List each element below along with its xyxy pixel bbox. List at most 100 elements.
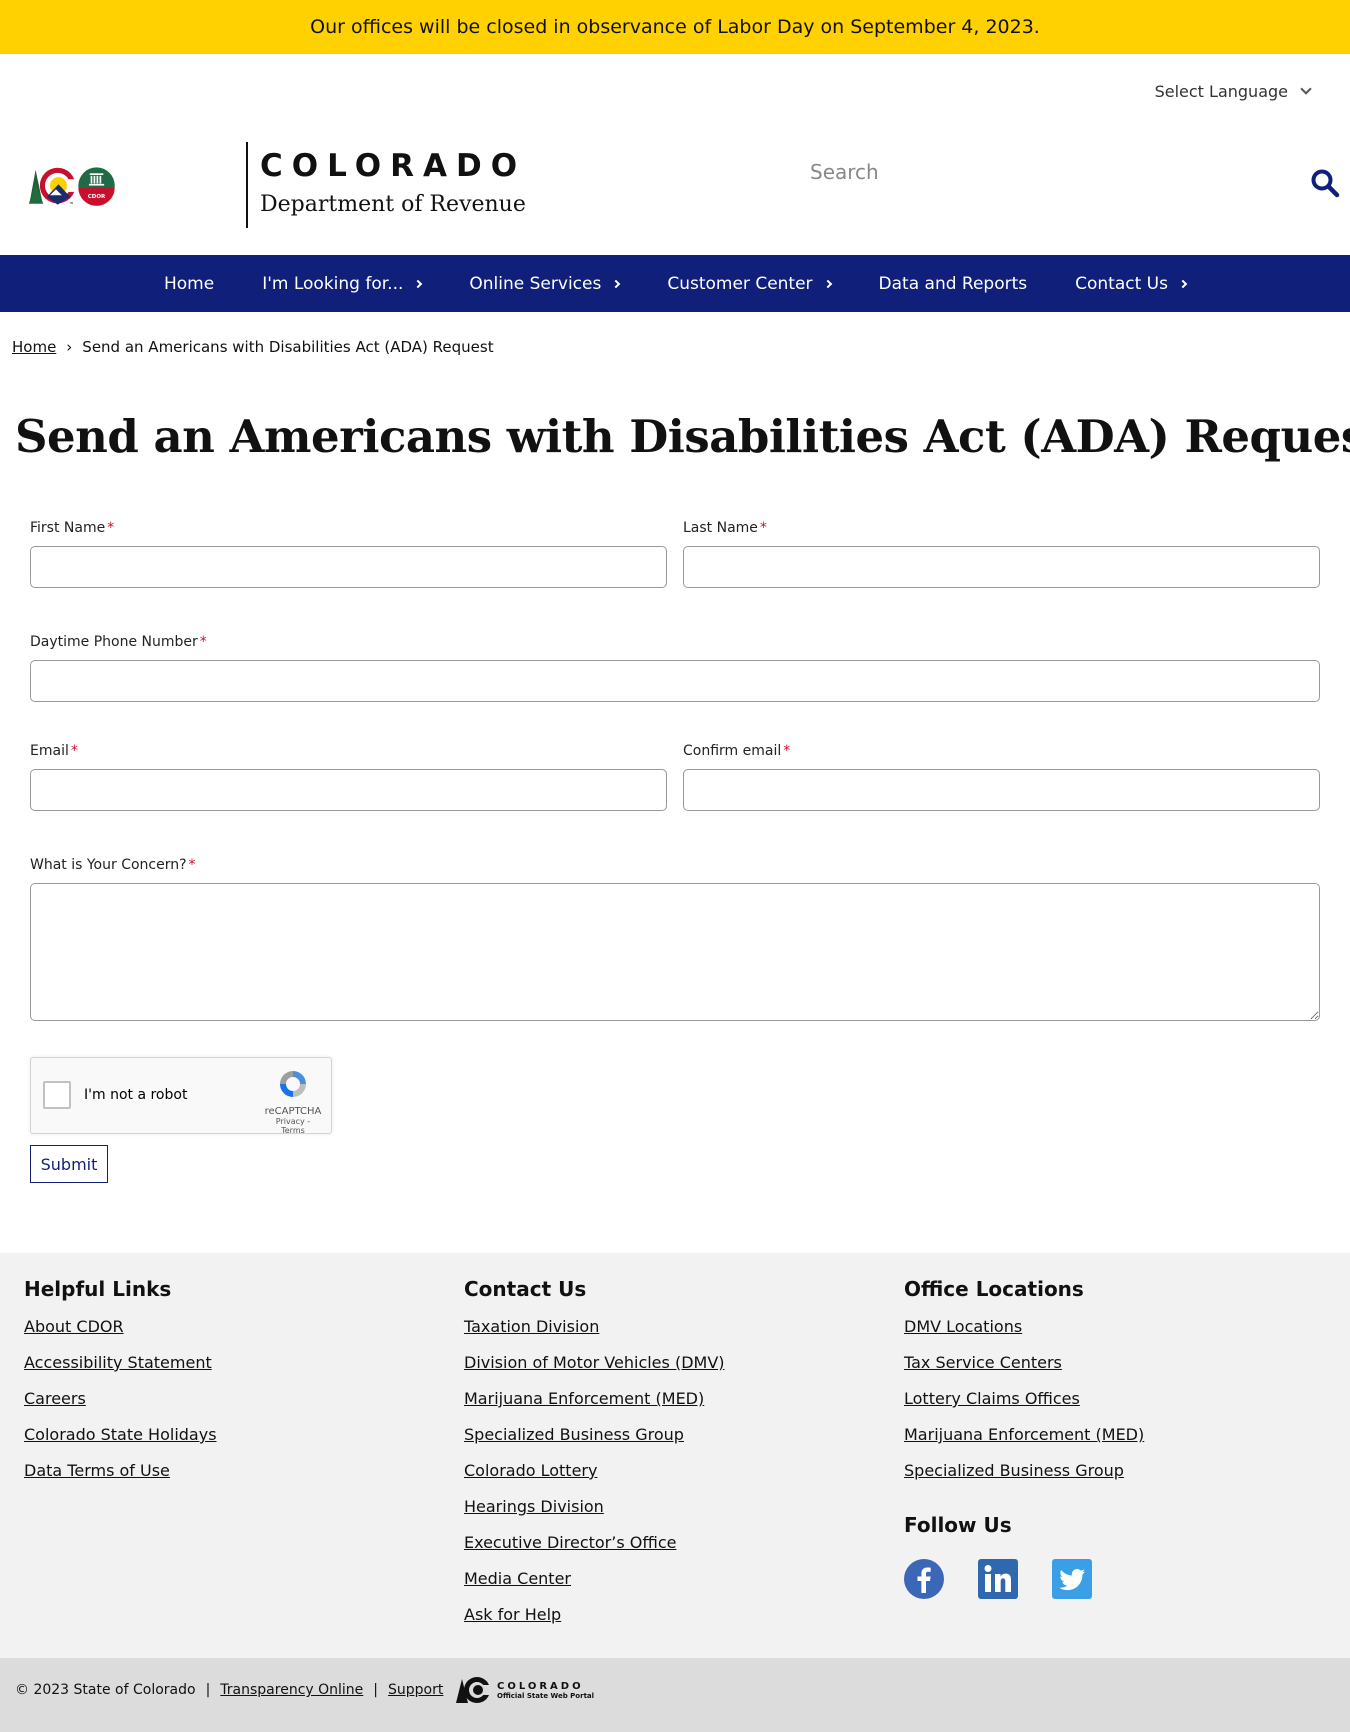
footer-link-lottery[interactable]: Colorado Lottery xyxy=(464,1461,725,1497)
footer-link-accessibility[interactable]: Accessibility Statement xyxy=(24,1353,217,1389)
legal-links: © 2023 State of Colorado | Transparency … xyxy=(15,1682,443,1698)
footer-link-taxation[interactable]: Taxation Division xyxy=(464,1317,725,1353)
first-name-group: First Name * xyxy=(30,520,667,588)
copyright-text: © 2023 State of Colorado xyxy=(15,1682,196,1698)
required-marker: * xyxy=(107,520,115,536)
footer-link-careers[interactable]: Careers xyxy=(24,1389,217,1425)
recaptcha-label: I'm not a robot xyxy=(84,1087,188,1103)
confirm-email-input[interactable] xyxy=(683,769,1320,811)
office-locations-heading: Office Locations xyxy=(904,1277,1084,1301)
first-name-input[interactable] xyxy=(30,546,667,588)
recaptcha-widget: I'm not a robot reCAPTCHA Privacy - Term… xyxy=(30,1057,332,1135)
email-input[interactable] xyxy=(30,769,667,811)
support-link[interactable]: Support xyxy=(388,1682,443,1698)
transparency-online-link[interactable]: Transparency Online xyxy=(220,1682,363,1698)
chevron-right-icon xyxy=(612,279,621,288)
recaptcha-branding: reCAPTCHA Privacy - Terms xyxy=(263,1068,323,1135)
concern-textarea[interactable] xyxy=(30,883,1320,1021)
submit-button[interactable]: Submit xyxy=(30,1145,108,1183)
phone-input[interactable] xyxy=(30,660,1320,702)
breadcrumb-home-link[interactable]: Home xyxy=(12,338,56,356)
required-marker: * xyxy=(188,857,196,873)
facebook-icon[interactable] xyxy=(904,1559,944,1599)
breadcrumb-separator: › xyxy=(66,338,73,356)
svg-text:CDOR: CDOR xyxy=(88,194,106,200)
footer-link-dmv[interactable]: Division of Motor Vehicles (DMV) xyxy=(464,1353,725,1389)
footer-link-sbg-offices[interactable]: Specialized Business Group xyxy=(904,1461,1144,1497)
footer-link-hearings[interactable]: Hearings Division xyxy=(464,1497,725,1533)
site-wordmark[interactable]: COLORADO Department of Revenue xyxy=(260,148,526,217)
logo-divider xyxy=(246,142,248,228)
nav-item-contact-us[interactable]: Contact Us xyxy=(1051,274,1210,294)
chevron-down-icon xyxy=(1300,83,1312,95)
phone-group: Daytime Phone Number * xyxy=(30,634,1320,702)
portal-text: COLORADO Official State Web Portal xyxy=(497,1681,594,1700)
alert-text: Our offices will be closed in observance… xyxy=(310,16,1040,38)
portal-subtitle: Official State Web Portal xyxy=(497,1691,595,1700)
state-portal-logo[interactable]: COLORADO Official State Web Portal xyxy=(455,1675,594,1705)
nav-label: Data and Reports xyxy=(878,273,1028,294)
search-input[interactable] xyxy=(810,160,1250,184)
nav-item-home[interactable]: Home xyxy=(140,274,238,294)
footer-link-med[interactable]: Marijuana Enforcement (MED) xyxy=(464,1389,725,1425)
footer-link-media[interactable]: Media Center xyxy=(464,1569,725,1605)
required-marker: * xyxy=(783,743,791,759)
colorado-cdor-logo[interactable]: TM CDOR xyxy=(28,138,248,234)
recaptcha-checkbox[interactable] xyxy=(43,1081,71,1109)
footer-link-about[interactable]: About CDOR xyxy=(24,1317,217,1353)
site-footer: Helpful Links About CDOR Accessibility S… xyxy=(0,1253,1350,1658)
last-name-input[interactable] xyxy=(683,546,1320,588)
footer-link-dmv-locations[interactable]: DMV Locations xyxy=(904,1317,1144,1353)
nav-item-looking-for[interactable]: I'm Looking for... xyxy=(238,274,445,294)
linkedin-icon[interactable] xyxy=(978,1559,1018,1599)
concern-group: What is Your Concern? * xyxy=(30,857,1320,1025)
email-label: Email * xyxy=(30,743,78,759)
search-icon[interactable] xyxy=(1310,168,1340,198)
confirm-email-label: Confirm email * xyxy=(683,743,791,759)
footer-link-med-offices[interactable]: Marijuana Enforcement (MED) xyxy=(904,1425,1144,1461)
closure-alert-banner: Our offices will be closed in observance… xyxy=(0,0,1350,54)
last-name-group: Last Name * xyxy=(683,520,1320,588)
last-name-label: Last Name * xyxy=(683,520,767,536)
bottom-bar: © 2023 State of Colorado | Transparency … xyxy=(0,1658,1350,1732)
page-title: Send an Americans with Disabilities Act … xyxy=(15,410,1350,463)
footer-link-lottery-offices[interactable]: Lottery Claims Offices xyxy=(904,1389,1144,1425)
svg-text:TM: TM xyxy=(69,201,73,205)
nav-item-data-reports[interactable]: Data and Reports xyxy=(855,274,1052,294)
nav-item-online-services[interactable]: Online Services xyxy=(445,274,643,294)
language-select[interactable]: Select Language xyxy=(1154,82,1312,101)
breadcrumb-current: Send an Americans with Disabilities Act … xyxy=(82,338,494,356)
footer-link-data-terms[interactable]: Data Terms of Use xyxy=(24,1461,217,1497)
site-search xyxy=(810,160,1340,210)
nav-label: I'm Looking for... xyxy=(262,273,404,294)
footer-link-ask-help[interactable]: Ask for Help xyxy=(464,1605,725,1641)
footer-link-holidays[interactable]: Colorado State Holidays xyxy=(24,1425,217,1461)
state-name: COLORADO xyxy=(260,148,527,184)
nav-item-customer-center[interactable]: Customer Center xyxy=(643,274,854,294)
colorado-c-icon xyxy=(456,1677,491,1703)
footer-link-exec-director[interactable]: Executive Director’s Office xyxy=(464,1533,725,1569)
chevron-right-icon xyxy=(1178,279,1188,288)
confirm-email-group: Confirm email * xyxy=(683,743,1320,811)
chevron-right-icon xyxy=(823,279,832,288)
nav-label: Home xyxy=(164,273,215,294)
legal-separator: | xyxy=(205,1682,211,1698)
follow-us-heading: Follow Us xyxy=(904,1513,1012,1537)
required-marker: * xyxy=(199,634,207,650)
contact-us-heading: Contact Us xyxy=(464,1277,587,1301)
helpful-links-heading: Helpful Links xyxy=(24,1277,172,1301)
required-marker: * xyxy=(70,743,78,759)
office-locations-column: Office Locations DMV Locations Tax Servi… xyxy=(904,1277,1144,1599)
language-label: Select Language xyxy=(1154,82,1288,101)
contact-us-column: Contact Us Taxation Division Division of… xyxy=(464,1277,725,1641)
chevron-right-icon xyxy=(414,279,423,288)
nav-label: Customer Center xyxy=(667,273,813,294)
concern-label: What is Your Concern? * xyxy=(30,857,196,873)
footer-link-sbg[interactable]: Specialized Business Group xyxy=(464,1425,725,1461)
twitter-icon[interactable] xyxy=(1052,1559,1092,1599)
footer-link-tax-centers[interactable]: Tax Service Centers xyxy=(904,1353,1144,1389)
email-group: Email * xyxy=(30,743,667,811)
legal-separator: | xyxy=(373,1682,379,1698)
required-marker: * xyxy=(759,520,767,536)
recaptcha-links[interactable]: Privacy - Terms xyxy=(263,1117,323,1135)
